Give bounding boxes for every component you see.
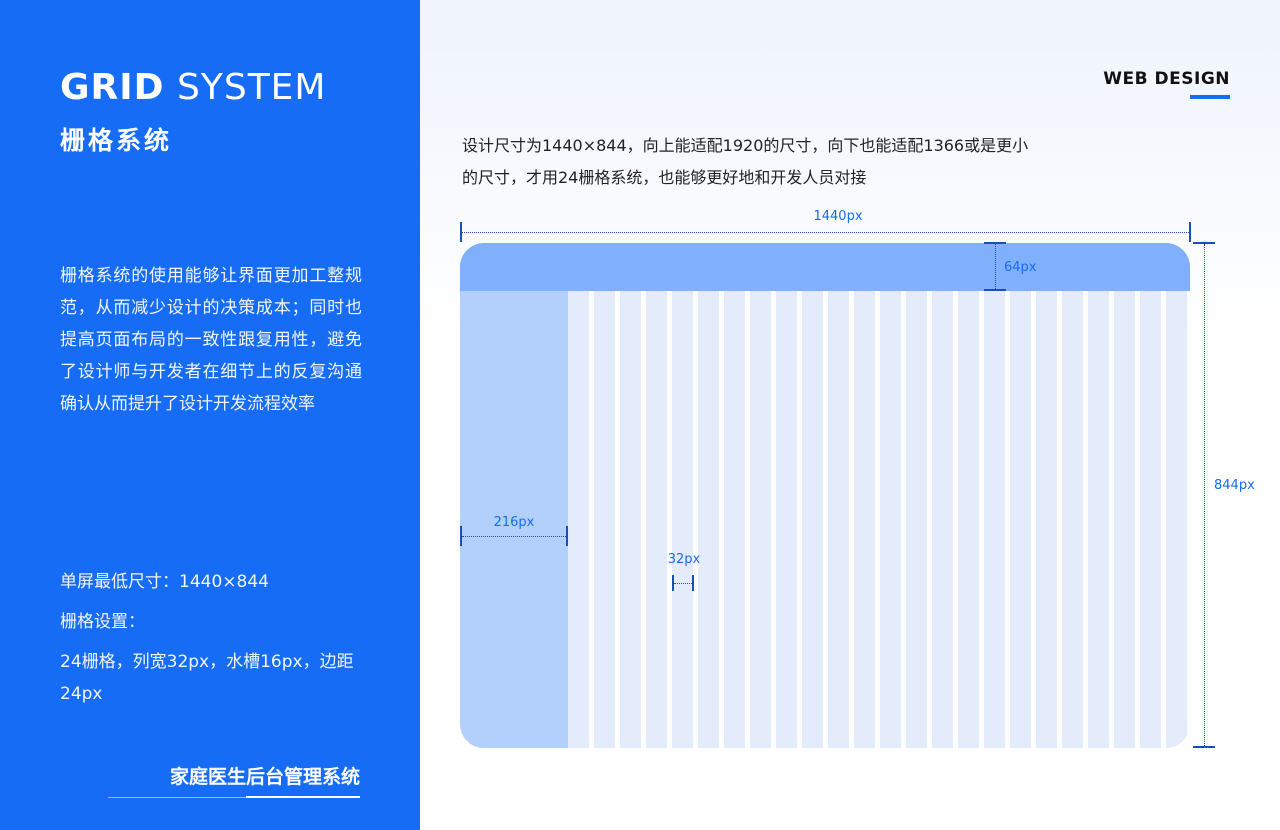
height-dim-tick-bottom [1193, 746, 1215, 748]
width-dim-tick-right [1189, 222, 1191, 242]
height-dim-line [1204, 244, 1205, 746]
sidebar-dim-tick-right [566, 526, 568, 546]
grid-column [1010, 291, 1031, 748]
page-title-cn: 栅格系统 [60, 126, 173, 155]
layout-content-grid [568, 291, 1190, 748]
grid-column [1140, 291, 1161, 748]
column-dim-line [674, 583, 692, 584]
grid-column [906, 291, 927, 748]
spec-grid-detail: 24栅格，列宽32px，水槽16px，边距24px [60, 652, 354, 704]
grid-column [620, 291, 641, 748]
grid-column [724, 291, 745, 748]
grid-column [958, 291, 979, 748]
left-panel: GRID SYSTEM 栅格系统 栅格系统的使用能够让界面更加工整规范，从而减少… [0, 0, 420, 830]
grid-column [750, 291, 771, 748]
grid-column [1088, 291, 1109, 748]
grid-column [1166, 291, 1187, 748]
header-dim-line [995, 244, 996, 289]
sidebar-dim-line [462, 536, 566, 537]
title-en-bold: GRID [60, 67, 165, 108]
grid-description: 栅格系统的使用能够让界面更加工整规范，从而减少设计的决策成本；同时也提高页面布局… [60, 266, 362, 414]
layout-header-region [460, 243, 1190, 291]
grid-column [776, 291, 797, 748]
grid-column [698, 291, 719, 748]
title-en-thin: SYSTEM [177, 67, 327, 108]
grid-column [1114, 291, 1135, 748]
footer-title: 家庭医生后台管理系统 [169, 766, 360, 788]
grid-column [802, 291, 823, 748]
page-title-en: GRID SYSTEM [60, 66, 327, 110]
header-dim-tick-bottom [984, 289, 1006, 291]
web-design-underline [1190, 95, 1230, 99]
layout-frame [460, 243, 1190, 748]
grid-column [1036, 291, 1057, 748]
column-dim-label: 32px [667, 552, 701, 567]
grid-column [1062, 291, 1083, 748]
grid-column [880, 291, 901, 748]
grid-column [594, 291, 615, 748]
intro-line-1: 设计尺寸为1440×844，向上能适配1920的尺寸，向下也能适配1366或是更… [462, 136, 1029, 155]
spec-min-size: 单屏最低尺寸：1440×844 [60, 572, 269, 592]
footer-divider-accent [246, 796, 360, 798]
grid-column [568, 291, 589, 748]
column-dim-tick-right [692, 575, 694, 591]
grid-column [854, 291, 875, 748]
web-design-tag: WEB DESIGN [1103, 69, 1230, 89]
grid-column [984, 291, 1005, 748]
spec-grid-label: 栅格设置： [60, 612, 145, 632]
intro-text: 设计尺寸为1440×844，向上能适配1920的尺寸，向下也能适配1366或是更… [462, 130, 1102, 194]
grid-column [932, 291, 953, 748]
grid-column [828, 291, 849, 748]
header-dim-label: 64px [1004, 260, 1037, 275]
intro-line-2: 的尺寸，才用24栅格系统，也能够更好地和开发人员对接 [462, 168, 867, 187]
width-dim-line [462, 232, 1189, 233]
grid-column [646, 291, 667, 748]
sidebar-dim-label: 216px [493, 515, 535, 530]
grid-column [672, 291, 693, 748]
height-dim-label: 844px [1214, 478, 1255, 493]
width-dim-label: 1440px [813, 209, 863, 224]
